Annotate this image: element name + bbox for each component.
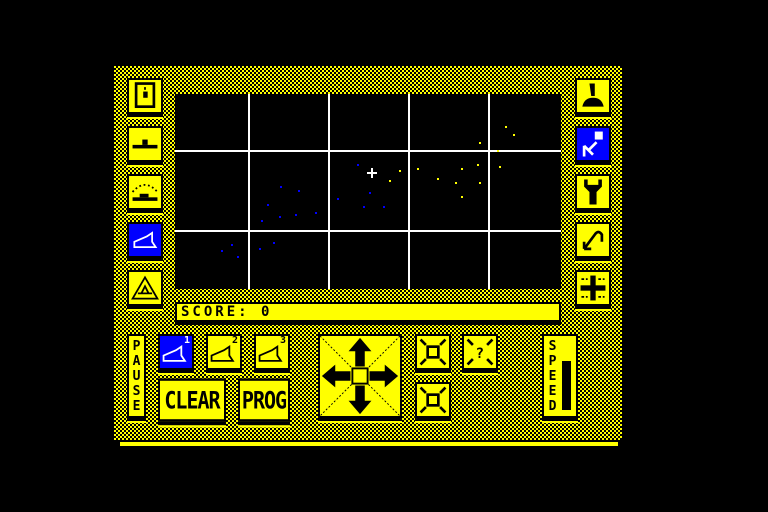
zoom-in-button[interactable] <box>415 334 451 370</box>
grid-line <box>175 150 561 152</box>
map-contact-dot <box>280 186 282 188</box>
wrench-button[interactable] <box>575 174 611 210</box>
ship-3-button[interactable]: 3 <box>254 334 290 370</box>
ship-gauge-button[interactable] <box>127 174 163 210</box>
map-contact-dot <box>477 164 479 166</box>
clear-button[interactable]: CLEAR <box>158 378 226 422</box>
map-contact-dot <box>357 164 359 166</box>
grid-button[interactable] <box>575 270 611 306</box>
ship-gauge-icon <box>131 184 159 201</box>
speed-slider[interactable]: SPEED <box>542 334 578 418</box>
score-bar: SCORE: 0 <box>175 302 561 322</box>
speed-level-fill <box>562 361 571 410</box>
pointer-button[interactable] <box>575 126 611 162</box>
zoom-query-button[interactable]: ? <box>462 334 498 370</box>
score-value: 0 <box>261 304 273 320</box>
speed-label: SPEED <box>548 338 557 414</box>
grid-line <box>408 94 410 289</box>
pause-button[interactable]: PAUSE <box>127 334 146 418</box>
rocks-icon <box>131 275 159 300</box>
ship-number: 2 <box>231 335 238 346</box>
rocks-button[interactable] <box>127 270 163 306</box>
zoom-out-icon <box>419 386 447 414</box>
map-contact-dot <box>461 168 463 170</box>
direction-arrows-icon <box>320 336 400 416</box>
grid-icon <box>580 275 606 301</box>
hook-icon <box>582 230 604 251</box>
map-contact-dot <box>231 244 233 246</box>
grid-line <box>328 94 330 289</box>
map-contact-dot <box>259 248 261 250</box>
map-contact-dot <box>383 206 385 208</box>
grid-line <box>488 94 490 289</box>
ship-select-icon <box>133 231 158 248</box>
map-contact-dot <box>455 182 457 184</box>
zoom-out-button[interactable] <box>415 382 451 418</box>
direction-pad[interactable] <box>318 334 402 418</box>
map-contact-dot <box>237 256 239 258</box>
map-contact-dot <box>389 180 391 182</box>
ship-number: 1 <box>183 335 190 346</box>
speed-track[interactable] <box>562 340 571 410</box>
map-contact-dot <box>369 192 371 194</box>
map-contact-dot <box>315 212 317 214</box>
map-contact-dot <box>499 166 501 168</box>
bomb-icon <box>134 82 156 108</box>
map-contact-dot <box>337 198 339 200</box>
joystick-icon <box>582 83 604 107</box>
bomb-button[interactable] <box>127 78 163 114</box>
ship-2-button[interactable]: 2 <box>206 334 242 370</box>
map-contact-dot <box>461 196 463 198</box>
score-label: SCORE: <box>181 304 250 320</box>
map-contact-dot <box>273 242 275 244</box>
map-contact-dot <box>221 250 223 252</box>
map-contact-dot <box>298 190 300 192</box>
ship-number: 3 <box>279 335 286 346</box>
hook-button[interactable] <box>575 222 611 258</box>
map-contact-dot <box>267 204 269 206</box>
map-contact-dot <box>497 150 499 152</box>
map-contact-dot <box>513 134 515 136</box>
grid-line <box>175 230 561 232</box>
ship-select-button[interactable] <box>127 222 163 258</box>
pause-label: PAUSE <box>132 338 141 414</box>
map-contact-dot <box>295 214 297 216</box>
map-contact-dot <box>437 178 439 180</box>
pointer-icon <box>582 131 603 157</box>
map-contact-dot <box>505 126 507 128</box>
svg-text:?: ? <box>476 346 485 362</box>
map-contact-dot <box>417 168 419 170</box>
joystick-button[interactable] <box>575 78 611 114</box>
submarine-button[interactable] <box>127 126 163 162</box>
map-contact-dot <box>261 220 263 222</box>
divider <box>120 442 618 446</box>
map-contact-dot <box>479 142 481 144</box>
crosshair-cursor-icon <box>367 168 377 178</box>
sea-map[interactable] <box>175 94 561 289</box>
wrench-icon <box>584 179 602 205</box>
prog-button[interactable]: PROG <box>238 378 290 422</box>
ship-1-button[interactable]: 1 <box>158 334 194 370</box>
map-contact-dot <box>479 182 481 184</box>
submarine-icon <box>132 139 158 149</box>
zoom-in-icon <box>419 338 447 366</box>
map-contact-dot <box>279 216 281 218</box>
grid-line <box>248 94 250 289</box>
map-contact-dot <box>363 206 365 208</box>
zoom-query-icon: ? <box>466 338 494 366</box>
map-contact-dot <box>399 170 401 172</box>
